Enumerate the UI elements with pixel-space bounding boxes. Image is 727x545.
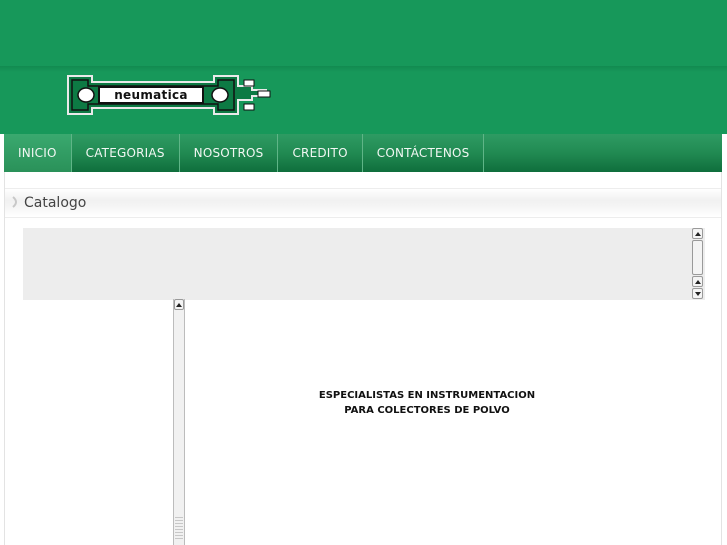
nav-item-contactenos[interactable]: CONTÁCTENOS [363,134,485,172]
main-frame: Catalogo ESPECIALISTAS EN INSTRUMENTACIO… [4,172,722,545]
crumb-arrow-icon [12,196,17,208]
top-frame-panel [23,228,705,300]
scroll-down-button[interactable] [692,288,703,299]
content-area: ESPECIALISTAS EN INSTRUMENTACION PARA CO… [187,300,707,545]
left-frame-scrollbar[interactable] [173,299,185,545]
nav-filler [484,134,722,172]
scroll-up-button-2[interactable] [692,276,703,287]
arrow-down-icon [695,292,701,296]
left-scroll-up-button[interactable] [174,299,184,310]
page-title: Catalogo [24,195,87,211]
breadcrumb: Catalogo [5,188,721,218]
scroll-grip[interactable] [175,517,183,539]
tagline: ESPECIALISTAS EN INSTRUMENTACION PARA CO… [187,388,667,418]
nav-item-categorias[interactable]: CATEGORIAS [72,134,180,172]
neumatica-logo[interactable]: neumatica [66,72,274,118]
logo-text: neumatica [98,86,204,104]
scroll-thumb[interactable] [692,240,703,275]
main-nav: INICIO CATEGORIAS NOSOTROS CREDITO CONTÁ… [4,134,722,172]
arrow-up-icon [176,303,182,307]
scroll-up-button[interactable] [692,228,703,239]
nav-item-inicio[interactable]: INICIO [4,134,72,172]
tagline-line-1: ESPECIALISTAS EN INSTRUMENTACION [318,390,536,401]
arrow-up-icon [695,232,701,236]
site-header: neumatica [0,0,727,134]
nav-item-credito[interactable]: CREDITO [278,134,363,172]
top-panel-scrollbar[interactable] [692,228,703,300]
nav-item-nosotros[interactable]: NOSOTROS [180,134,279,172]
arrow-up-icon [695,280,701,284]
tagline-line-2: PARA COLECTORES DE POLVO [344,405,510,416]
